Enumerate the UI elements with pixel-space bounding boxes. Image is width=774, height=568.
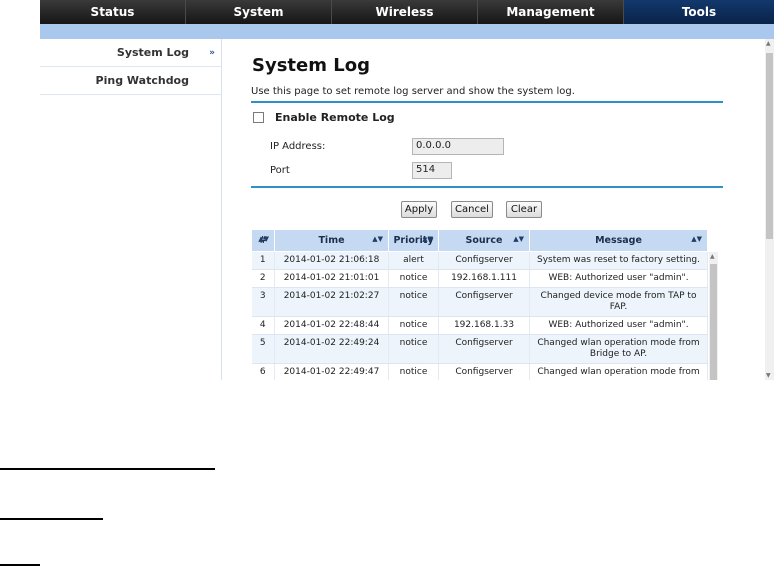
log-message: Changed wlan operation mode from Bridge …: [529, 334, 708, 364]
scroll-down-icon[interactable]: ▼: [766, 372, 771, 379]
table-row[interactable]: 3 2014-01-02 21:02:27 notice Configserve…: [251, 287, 708, 317]
table-scrollbar[interactable]: ▲: [709, 252, 718, 380]
scroll-up-icon[interactable]: ▲: [766, 40, 771, 47]
subnav-band: [40, 24, 774, 39]
column-header-priority[interactable]: Priority ▲▼: [388, 229, 439, 252]
apply-button[interactable]: Apply: [401, 201, 437, 218]
port-input[interactable]: 514: [412, 162, 452, 179]
log-priority: notice: [388, 269, 439, 288]
sort-icon: ▲▼: [422, 235, 433, 243]
nav-tab-system[interactable]: System: [186, 0, 332, 24]
sort-icon: ▲▼: [691, 235, 702, 243]
system-log-table: # ▲▼ Time ▲▼ Priority ▲▼ Source ▲▼ Message ▲▼…: [251, 229, 708, 380]
sort-icon: ▲▼: [258, 235, 269, 243]
sidebar: System Log » Ping Watchdog: [40, 39, 222, 380]
nav-tab-wireless[interactable]: Wireless: [332, 0, 478, 24]
log-num: 6: [251, 363, 275, 380]
sidebar-item-ping-watchdog[interactable]: Ping Watchdog: [40, 67, 221, 95]
top-nav: Status System Wireless Management Tools: [40, 0, 774, 24]
page-scrollbar-thumb[interactable]: [766, 53, 773, 239]
ip-address-label: IP Address:: [270, 141, 326, 152]
log-message: WEB: Authorized user "admin".: [529, 316, 708, 335]
log-source: Configserver: [438, 334, 530, 364]
page-description: Use this page to set remote log server a…: [251, 86, 575, 97]
log-time: 2014-01-02 21:01:01: [274, 269, 389, 288]
divider: [251, 101, 723, 103]
scroll-up-icon[interactable]: ▲: [710, 253, 715, 260]
log-num: 3: [251, 287, 275, 317]
log-message: System was reset to factory setting.: [529, 251, 708, 270]
double-chevron-right-icon: »: [209, 48, 215, 58]
log-time: 2014-01-02 21:02:27: [274, 287, 389, 317]
log-source: Configserver: [438, 287, 530, 317]
log-time: 2014-01-02 21:06:18: [274, 251, 389, 270]
sidebar-item-label: Ping Watchdog: [95, 74, 189, 87]
enable-remote-log-label: Enable Remote Log: [275, 110, 395, 124]
main-content: System Log Use this page to set remote l…: [251, 39, 723, 380]
sidebar-item-label: System Log: [116, 46, 189, 59]
log-message: WEB: Authorized user "admin".: [529, 269, 708, 288]
log-priority: notice: [388, 316, 439, 335]
log-time: 2014-01-02 22:48:44: [274, 316, 389, 335]
underline-blank: [0, 468, 215, 470]
ip-address-input[interactable]: 0.0.0.0: [412, 138, 504, 155]
log-priority: notice: [388, 363, 439, 380]
log-source: 192.168.1.33: [438, 316, 530, 335]
table-row[interactable]: 6 2014-01-02 22:49:47 notice Configserve…: [251, 363, 708, 380]
table-row[interactable]: 4 2014-01-02 22:48:44 notice 192.168.1.3…: [251, 316, 708, 335]
nav-tab-tools[interactable]: Tools: [624, 0, 774, 24]
table-row[interactable]: 2 2014-01-02 21:01:01 notice 192.168.1.1…: [251, 269, 708, 288]
log-priority: notice: [388, 287, 439, 317]
nav-tab-management[interactable]: Management: [478, 0, 624, 24]
underline-blank: [0, 518, 103, 520]
table-row[interactable]: 1 2014-01-02 21:06:18 alert Configserver…: [251, 251, 708, 270]
log-message: Changed device mode from TAP to FAP.: [529, 287, 708, 317]
log-num: 2: [251, 269, 275, 288]
log-num: 5: [251, 334, 275, 364]
log-message: Changed wlan operation mode from: [529, 363, 708, 380]
table-row[interactable]: 5 2014-01-02 22:49:24 notice Configserve…: [251, 334, 708, 364]
enable-remote-log-checkbox[interactable]: [253, 111, 264, 123]
underline-blank: [0, 564, 40, 566]
router-admin-window: Status System Wireless Management Tools …: [40, 0, 774, 380]
enable-remote-log-row: Enable Remote Log: [253, 110, 395, 124]
table-scrollbar-thumb[interactable]: [710, 264, 717, 380]
column-header-num[interactable]: # ▲▼: [251, 229, 275, 252]
log-num: 1: [251, 251, 275, 270]
column-header-source[interactable]: Source ▲▼: [438, 229, 530, 252]
log-source: 192.168.1.111: [438, 269, 530, 288]
column-header-time[interactable]: Time ▲▼: [274, 229, 389, 252]
column-header-message[interactable]: Message ▲▼: [529, 229, 708, 252]
log-num: 4: [251, 316, 275, 335]
log-source: Configserver: [438, 363, 530, 380]
sort-icon: ▲▼: [513, 235, 524, 243]
page-title: System Log: [252, 55, 370, 76]
sort-icon: ▲▼: [372, 235, 383, 243]
log-source: Configserver: [438, 251, 530, 270]
table-header-row: # ▲▼ Time ▲▼ Priority ▲▼ Source ▲▼ Message ▲▼: [251, 229, 708, 252]
page-scrollbar[interactable]: ▲ ▼: [765, 39, 774, 380]
port-label: Port: [270, 165, 290, 176]
sidebar-item-system-log[interactable]: System Log »: [40, 39, 221, 67]
log-time: 2014-01-02 22:49:24: [274, 334, 389, 364]
log-priority: notice: [388, 334, 439, 364]
cancel-button[interactable]: Cancel: [451, 201, 493, 218]
log-time: 2014-01-02 22:49:47: [274, 363, 389, 380]
divider: [251, 186, 723, 188]
clear-button[interactable]: Clear: [506, 201, 542, 218]
log-priority: alert: [388, 251, 439, 270]
nav-tab-status[interactable]: Status: [40, 0, 186, 24]
